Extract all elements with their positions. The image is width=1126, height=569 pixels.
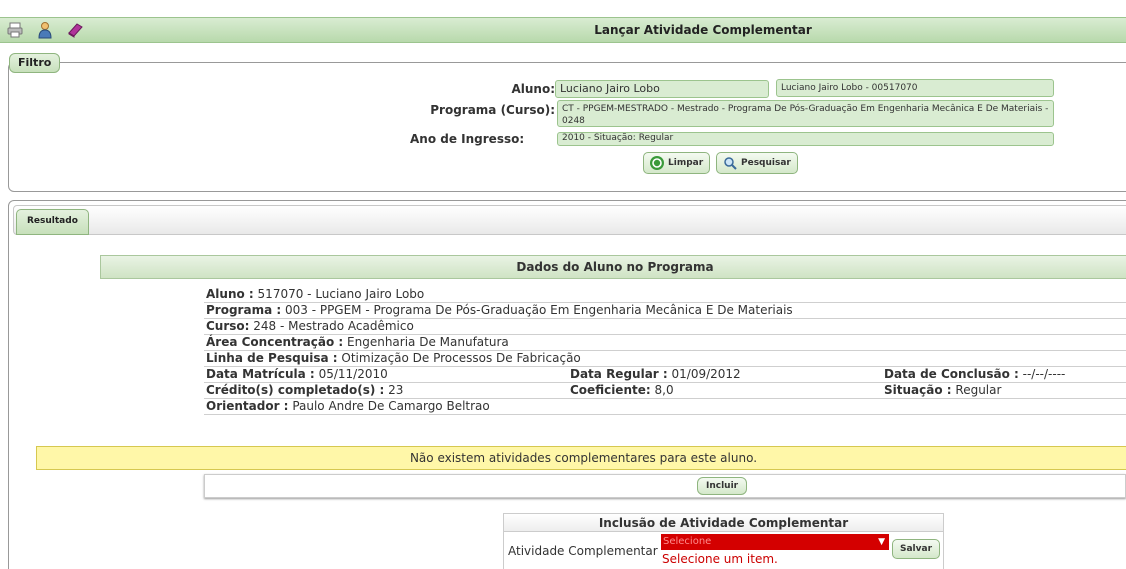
pesquisar-button[interactable]: Pesquisar bbox=[716, 152, 798, 174]
inclusao-title: Inclusão de Atividade Complementar bbox=[504, 514, 943, 532]
table-row: Linha de Pesquisa : Otimização De Proces… bbox=[204, 350, 1126, 367]
pesquisar-label: Pesquisar bbox=[741, 158, 791, 168]
regular-value: 01/09/2012 bbox=[671, 367, 741, 381]
aluno-value: 517070 - Luciano Jairo Lobo bbox=[257, 286, 425, 301]
table-row: Data Matrícula : 05/11/2010 Data Regular… bbox=[204, 366, 1126, 383]
atividade-label: Atividade Complementar bbox=[508, 544, 658, 558]
page-title: Lançar Atividade Complementar bbox=[594, 23, 812, 37]
atividade-select-value: Selecione bbox=[663, 536, 712, 547]
aluno-autocomplete-suggestion[interactable]: Luciano Jairo Lobo - 00517070 bbox=[776, 79, 1054, 97]
area-value: Engenharia De Manufatura bbox=[347, 335, 509, 349]
tab-resultado[interactable]: Resultado bbox=[16, 209, 89, 235]
salvar-button[interactable]: Salvar bbox=[892, 539, 941, 559]
result-tabbar: Resultado bbox=[13, 205, 1126, 235]
creditos-value: 23 bbox=[388, 383, 404, 397]
linha-value: Otimização De Processos De Fabricação bbox=[341, 351, 581, 365]
coeficiente-value: 8,0 bbox=[654, 383, 674, 397]
aluno-label: Aluno: bbox=[511, 82, 555, 96]
filter-legend: Filtro bbox=[9, 53, 61, 73]
inclusao-panel: Inclusão de Atividade Complementar Ativi… bbox=[503, 513, 944, 569]
programa-select[interactable]: CT - PPGEM-MESTRADO - Mestrado - Program… bbox=[557, 100, 1054, 127]
search-icon bbox=[723, 156, 737, 170]
chevron-down-icon: ▼ bbox=[878, 537, 885, 547]
recycle-icon bbox=[650, 156, 664, 170]
table-row: Área Concentração : Engenharia De Manufa… bbox=[204, 334, 1126, 351]
matricula-value: 05/11/2010 bbox=[318, 367, 388, 381]
table-row: Crédito(s) completado(s) : 23 Coeficient… bbox=[204, 382, 1126, 399]
table-row: Aluno : 517070 - Luciano Jairo Lobo bbox=[204, 286, 1126, 303]
no-activities-warning: Não existem atividades complementares pa… bbox=[36, 446, 1126, 470]
ano-ingresso-select[interactable]: 2010 - Situação: Regular bbox=[557, 132, 1054, 146]
aluno-input[interactable]: Luciano Jairo Lobo bbox=[555, 80, 769, 98]
curso-value: 248 - Mestrado Acadêmico bbox=[253, 319, 414, 333]
incluir-bar bbox=[204, 474, 1126, 498]
validation-error: Selecione um item. bbox=[662, 552, 778, 566]
table-row: Curso: 248 - Mestrado Acadêmico bbox=[204, 318, 1126, 335]
table-row: Programa : 003 - PPGEM - Programa De Pós… bbox=[204, 302, 1126, 319]
conclusao-value: --/--/---- bbox=[1022, 367, 1066, 381]
orientador-value: Paulo Andre De Camargo Beltrao bbox=[292, 399, 490, 413]
ano-ingresso-label: Ano de Ingresso: bbox=[410, 132, 525, 146]
limpar-label: Limpar bbox=[668, 158, 704, 168]
title-bar: Lançar Atividade Complementar bbox=[0, 17, 1126, 43]
limpar-button[interactable]: Limpar bbox=[643, 152, 711, 174]
incluir-button[interactable]: Incluir bbox=[697, 477, 748, 495]
student-data-header: Dados do Aluno no Programa bbox=[100, 255, 1126, 279]
atividade-select[interactable]: Selecione ▼ bbox=[661, 534, 889, 550]
programa-value: 003 - PPGEM - Programa De Pós-Graduação … bbox=[284, 303, 793, 317]
programa-label: Programa (Curso): bbox=[430, 103, 555, 117]
situacao-value: Regular bbox=[955, 383, 1002, 397]
table-row: Orientador : Paulo Andre De Camargo Belt… bbox=[204, 398, 1126, 415]
student-info-table: Aluno : 517070 - Luciano Jairo Lobo Prog… bbox=[204, 286, 1126, 415]
